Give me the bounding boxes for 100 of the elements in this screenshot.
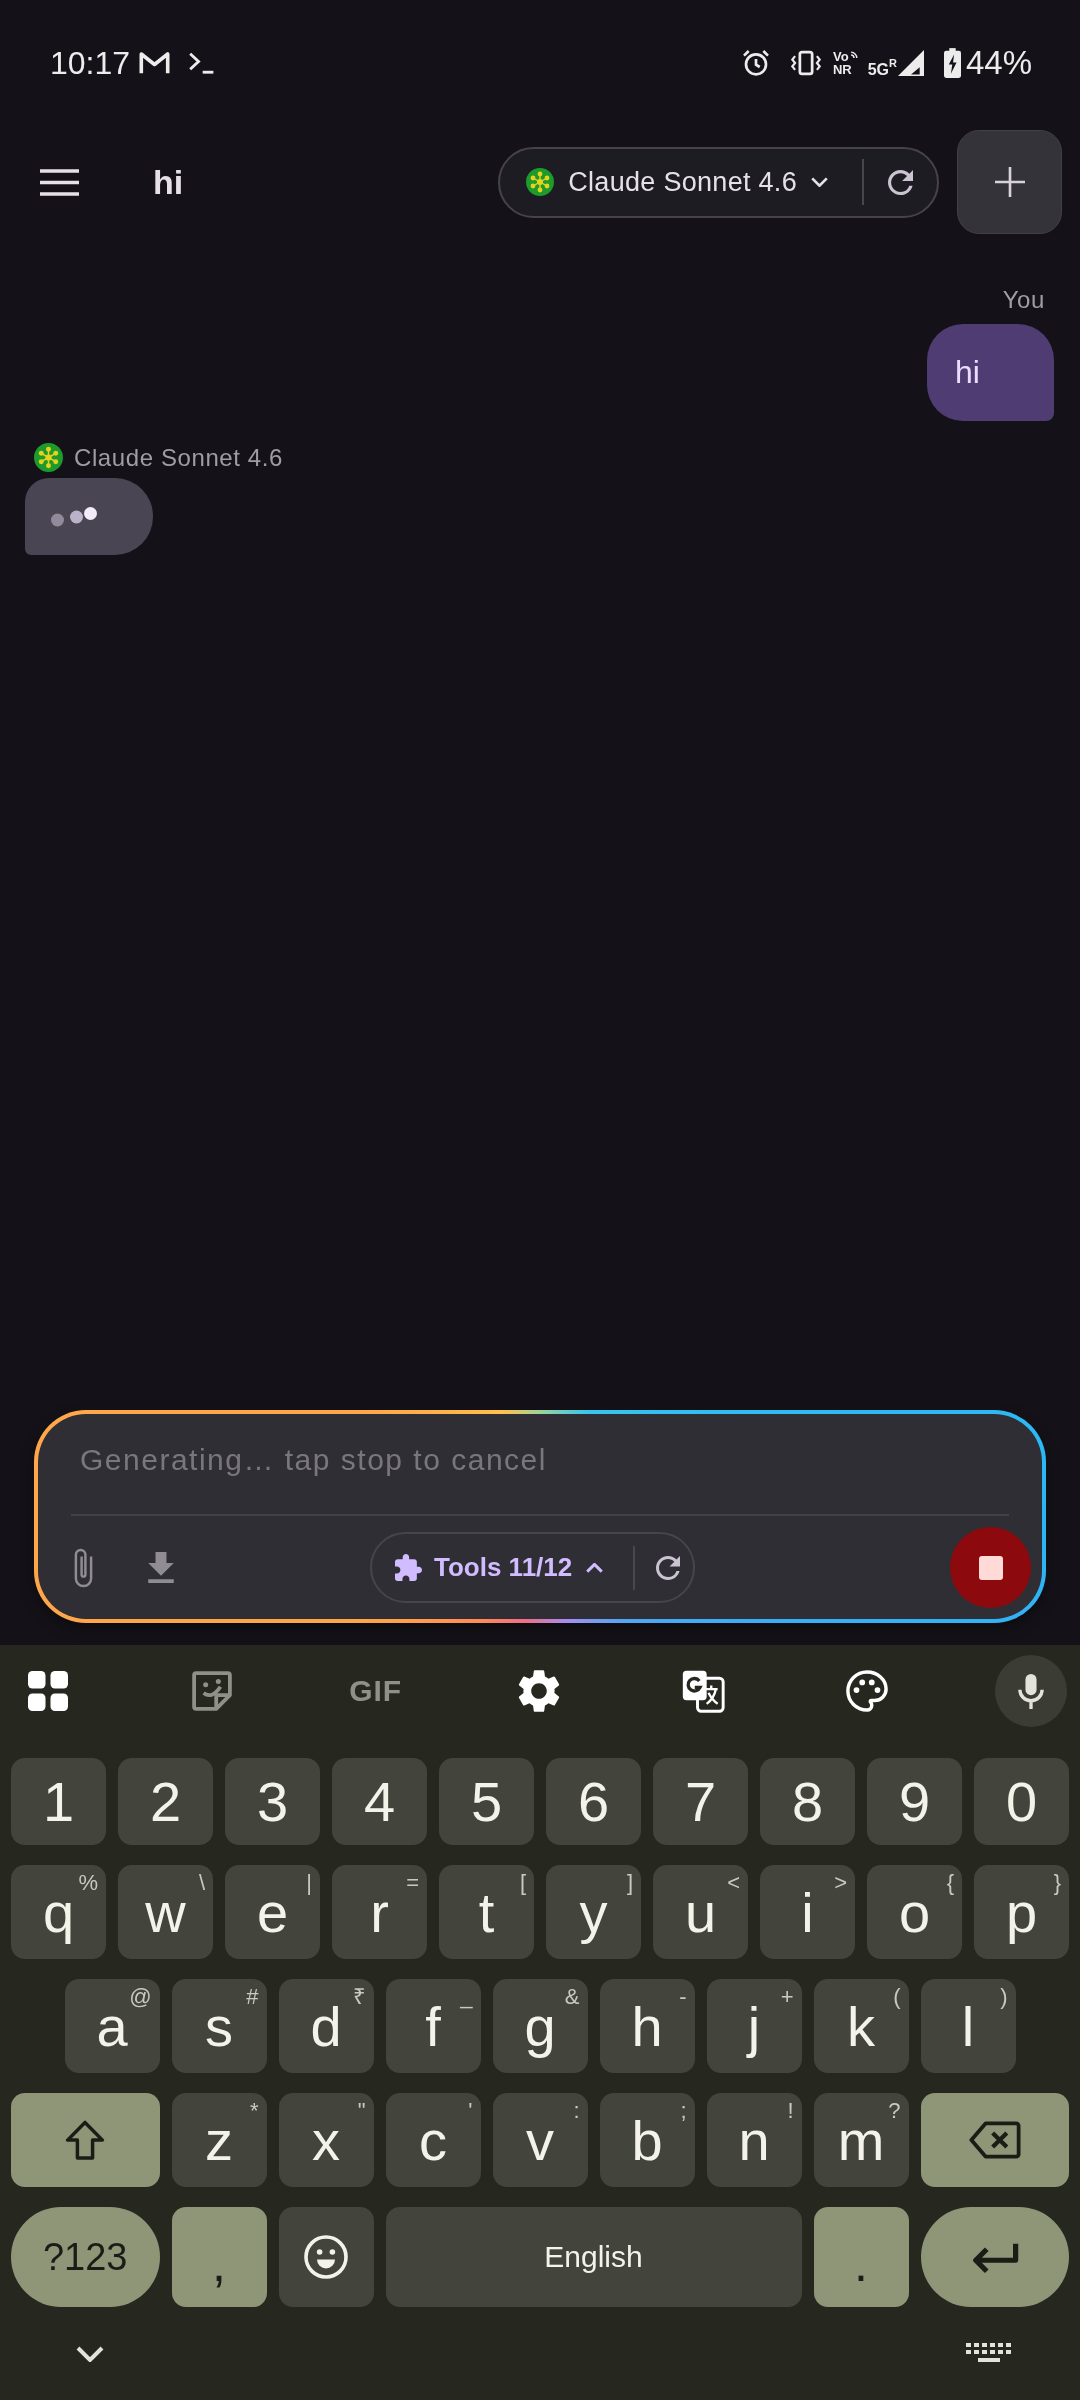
chat-title: hi: [153, 162, 184, 202]
refresh-icon: [888, 169, 913, 195]
key-hint: \: [198, 1872, 205, 1894]
key[interactable]: 4: [332, 1758, 427, 1845]
key[interactable]: n !: [706, 2093, 802, 2187]
flower-icon: [34, 443, 63, 472]
key-hint: =: [406, 1872, 419, 1894]
key-hint: >: [834, 1872, 847, 1894]
translate-icon[interactable]: [681, 1669, 726, 1713]
mail-icon: [139, 51, 171, 75]
key[interactable]: a@: [64, 1979, 160, 2073]
key-hint: -: [679, 1986, 687, 2008]
key-hint: <: [727, 1872, 740, 1894]
smiley-icon: [304, 2235, 348, 2279]
backspace-icon: [968, 2121, 1021, 2159]
refresh-button[interactable]: [888, 169, 913, 195]
message-bubble: hi: [927, 324, 1054, 421]
roaming-mark: R: [889, 57, 897, 69]
chevron-down-icon[interactable]: [76, 2345, 104, 2362]
key[interactable]: p }: [974, 1865, 1069, 1959]
gif-button[interactable]: GIF: [349, 1674, 403, 1708]
key[interactable]: f _: [385, 1979, 481, 2073]
key[interactable]: l ): [920, 1979, 1016, 2073]
key[interactable]: 9: [867, 1758, 962, 1845]
backspace-key[interactable]: [920, 2093, 1069, 2187]
key[interactable]: w \: [118, 1865, 213, 1959]
chevron-down-icon: [811, 177, 828, 187]
key-hint: +: [780, 1986, 794, 2008]
key[interactable]: k (: [813, 1979, 909, 2073]
tools-button[interactable]: Tools 11/12: [395, 1542, 604, 1593]
key[interactable]: b ;: [599, 2093, 695, 2187]
download-button[interactable]: [148, 1552, 174, 1583]
alarm-icon: [742, 49, 770, 77]
key[interactable]: o {: [867, 1865, 962, 1959]
key[interactable]: y ]: [546, 1865, 641, 1959]
key[interactable]: 8: [760, 1758, 855, 1845]
grid-icon[interactable]: [28, 1671, 68, 1711]
nr-label: NR: [833, 63, 852, 76]
key[interactable]: u <: [653, 1865, 748, 1959]
key[interactable]: e |: [225, 1865, 320, 1959]
palette-icon[interactable]: [846, 1670, 889, 1712]
key-hint: &: [564, 1986, 580, 2008]
key[interactable]: 5: [439, 1758, 534, 1845]
key-hint: [: [519, 1872, 526, 1894]
key[interactable]: s #: [171, 1979, 267, 2073]
key[interactable]: d ₹: [278, 1979, 374, 2073]
keyboard-icon[interactable]: [966, 2342, 1014, 2365]
download-icon: [148, 1552, 174, 1583]
attach-button[interactable]: [74, 1547, 93, 1588]
puzzle-icon: [395, 1554, 422, 1581]
key[interactable]: r =: [332, 1865, 427, 1959]
key[interactable]: z *: [171, 2093, 267, 2187]
key[interactable]: c ': [385, 2093, 481, 2187]
key[interactable]: x ": [278, 2093, 374, 2187]
key[interactable]: i >: [760, 1865, 855, 1959]
key[interactable]: g &: [492, 1979, 588, 2073]
key[interactable]: h -: [599, 1979, 695, 2073]
call-wave-icon: [849, 50, 859, 59]
model-select-button[interactable]: Claude Sonnet 4.6: [526, 157, 828, 207]
key[interactable]: 0: [974, 1758, 1069, 1845]
plus-icon: [994, 167, 1025, 197]
signal-icon: [897, 48, 924, 78]
key-hint: @: [129, 1986, 152, 2008]
shift-key[interactable]: [11, 2093, 160, 2187]
key-hint: ;: [680, 2100, 687, 2122]
key[interactable]: q%: [11, 1865, 106, 1959]
key-hint: :: [573, 2100, 580, 2122]
key-hint: %: [78, 1872, 98, 1894]
chevron-up-icon: [586, 1562, 604, 1573]
space-key[interactable]: English: [385, 2207, 802, 2307]
key[interactable]: .: [813, 2207, 909, 2307]
sticker-icon[interactable]: [191, 1671, 232, 1711]
sender-label: You: [1002, 286, 1045, 314]
key[interactable]: ,: [171, 2207, 267, 2307]
refresh-icon: [656, 1555, 681, 1580]
key[interactable]: 7: [653, 1758, 748, 1845]
key[interactable]: j +: [706, 1979, 802, 2073]
flower-icon: [526, 168, 555, 196]
new-chat-button[interactable]: [957, 130, 1062, 234]
symbols-key[interactable]: ?123: [11, 2207, 160, 2307]
key-hint: ": [357, 2100, 366, 2122]
key[interactable]: 2: [118, 1758, 213, 1845]
message-input[interactable]: Generating… tap stop to cancel: [68, 1424, 1012, 1496]
key-hint: ]: [626, 1872, 633, 1894]
battery-charging-icon: [943, 48, 961, 78]
key[interactable]: t [: [439, 1865, 534, 1959]
network-type-label: 5G: [867, 62, 889, 78]
key-hint: *: [249, 2100, 259, 2122]
key[interactable]: 6: [546, 1758, 641, 1845]
emoji-key[interactable]: [278, 2207, 374, 2307]
key[interactable]: 3: [225, 1758, 320, 1845]
vibrate-icon: [791, 50, 821, 76]
menu-icon[interactable]: [40, 168, 79, 196]
key-hint: ?: [888, 2100, 901, 2122]
key[interactable]: 1: [11, 1758, 106, 1845]
key[interactable]: m?: [813, 2093, 909, 2187]
refresh-button[interactable]: [656, 1555, 681, 1580]
key-hint: ₹: [352, 1986, 366, 2008]
settings-icon[interactable]: [518, 1670, 561, 1712]
key[interactable]: v :: [492, 2093, 588, 2187]
